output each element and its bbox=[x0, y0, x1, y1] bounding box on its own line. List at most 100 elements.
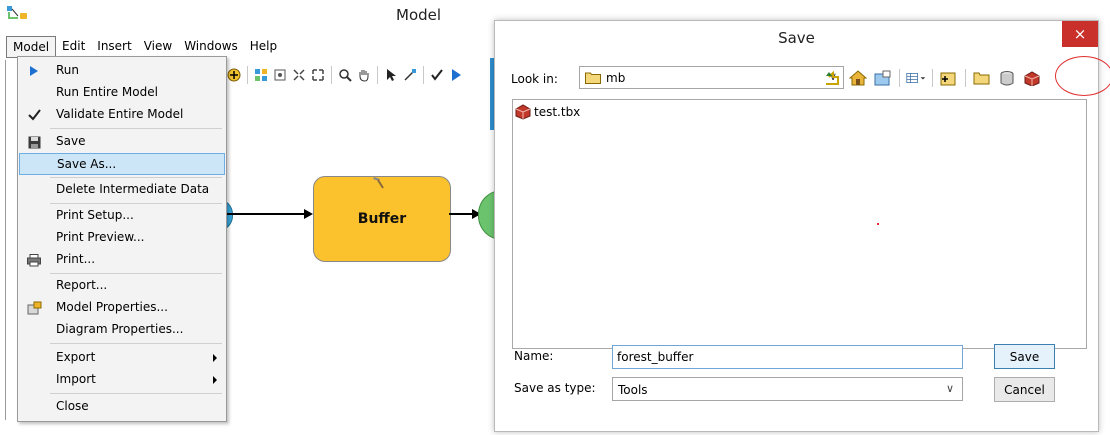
buffer-tool-label: Buffer bbox=[357, 211, 407, 227]
pan-hand-icon[interactable] bbox=[356, 67, 372, 83]
view-options-icon[interactable] bbox=[906, 68, 926, 88]
menu-view[interactable]: View bbox=[138, 36, 178, 58]
toolbar-separator bbox=[932, 69, 933, 87]
add-folder-connection-icon[interactable] bbox=[939, 68, 959, 88]
menu-item-label: Save bbox=[56, 134, 86, 148]
menu-item-save-as[interactable]: Save As... bbox=[19, 153, 225, 175]
add-data-icon[interactable] bbox=[226, 67, 242, 83]
model-window-title: Model bbox=[396, 6, 442, 24]
new-toolbox-icon[interactable] bbox=[1022, 68, 1042, 88]
toolbar-separator bbox=[423, 66, 424, 84]
menu-item-label: Run Entire Model bbox=[56, 85, 158, 99]
save-as-type-label: Save as type: bbox=[514, 381, 596, 395]
menu-item-label: Run bbox=[56, 63, 80, 77]
menu-separator bbox=[50, 273, 222, 274]
menu-item-print[interactable]: Print... bbox=[19, 249, 225, 271]
menu-item-label: Delete Intermediate Data bbox=[56, 182, 210, 196]
menu-item-run[interactable]: Run bbox=[19, 60, 225, 82]
name-field[interactable] bbox=[612, 345, 963, 369]
menu-item-close[interactable]: Close bbox=[19, 396, 225, 418]
dialog-toolbar bbox=[823, 66, 1042, 90]
menu-item-save[interactable]: Save bbox=[19, 131, 225, 153]
highlight-annotation-circle bbox=[1055, 56, 1110, 96]
menu-item-print-setup[interactable]: Print Setup... bbox=[19, 205, 225, 227]
menu-item-diagram-properties[interactable]: Diagram Properties... bbox=[19, 319, 225, 341]
cancel-button[interactable]: Cancel bbox=[994, 377, 1055, 402]
connect-folder-icon[interactable] bbox=[873, 68, 893, 88]
menu-item-label: Print Preview... bbox=[56, 230, 145, 244]
menu-item-import[interactable]: Import bbox=[19, 369, 225, 391]
save-button[interactable]: Save bbox=[994, 344, 1055, 369]
menu-separator bbox=[50, 177, 222, 178]
validate-checkmark-icon[interactable] bbox=[429, 67, 445, 83]
menu-item-label: Export bbox=[56, 350, 96, 364]
printer-icon bbox=[26, 252, 42, 268]
toolbar-separator bbox=[377, 66, 378, 84]
chevron-down-icon[interactable]: ∨ bbox=[946, 382, 954, 395]
menu-windows[interactable]: Windows bbox=[178, 36, 244, 58]
model-window: Model Model Edit Insert View Windows Hel… bbox=[0, 0, 509, 435]
menu-separator bbox=[50, 128, 222, 129]
look-in-value: mb bbox=[606, 71, 626, 85]
select-pointer-icon[interactable] bbox=[383, 67, 399, 83]
look-in-label: Look in: bbox=[511, 72, 558, 86]
menu-item-label: Validate Entire Model bbox=[56, 107, 184, 121]
floppy-disk-icon bbox=[26, 134, 42, 150]
run-arrow-icon bbox=[26, 63, 42, 79]
menu-item-validate-entire-model[interactable]: Validate Entire Model bbox=[19, 104, 225, 126]
submenu-arrow-icon bbox=[213, 354, 217, 362]
zoom-out-fixed-icon[interactable] bbox=[310, 67, 326, 83]
menu-item-report[interactable]: Report... bbox=[19, 275, 225, 297]
close-icon: × bbox=[1073, 25, 1087, 43]
hammer-icon bbox=[373, 177, 384, 189]
menu-item-label: Save As... bbox=[57, 157, 117, 171]
up-one-level-icon[interactable] bbox=[823, 68, 843, 88]
connect-icon[interactable] bbox=[402, 67, 418, 83]
file-list[interactable]: test.tbx bbox=[512, 99, 1087, 349]
menu-item-delete-intermediate-data[interactable]: Delete Intermediate Data bbox=[19, 179, 225, 201]
model-menu-dropdown: Run Run Entire Model Validate Entire Mod… bbox=[17, 56, 227, 422]
menu-item-run-entire-model[interactable]: Run Entire Model bbox=[19, 82, 225, 104]
full-extent-icon[interactable] bbox=[272, 67, 288, 83]
menu-insert[interactable]: Insert bbox=[91, 36, 137, 58]
look-in-dropdown[interactable]: mb ∨ bbox=[579, 66, 844, 89]
model-properties-icon bbox=[26, 300, 42, 316]
save-as-type-dropdown[interactable]: Tools ∨ bbox=[612, 377, 963, 401]
model-titlebar: Model bbox=[0, 0, 505, 34]
name-label: Name: bbox=[514, 349, 554, 363]
submenu-arrow-icon bbox=[213, 376, 217, 384]
menu-item-model-properties[interactable]: Model Properties... bbox=[19, 297, 225, 319]
menu-item-label: Model Properties... bbox=[56, 300, 168, 314]
menu-separator bbox=[50, 203, 222, 204]
toolbox-icon bbox=[515, 104, 531, 120]
menu-item-label: Diagram Properties... bbox=[56, 322, 184, 336]
modelbuilder-app-icon bbox=[7, 6, 27, 19]
window-border bbox=[5, 60, 6, 420]
menu-item-print-preview[interactable]: Print Preview... bbox=[19, 227, 225, 249]
connector-arrowhead bbox=[304, 209, 313, 219]
menu-separator bbox=[50, 343, 222, 344]
checkmark-icon bbox=[26, 107, 42, 123]
save-as-type-value: Tools bbox=[618, 383, 648, 397]
menu-help[interactable]: Help bbox=[244, 36, 283, 58]
menu-item-label: Print... bbox=[56, 252, 96, 266]
close-button[interactable]: × bbox=[1062, 21, 1098, 47]
toolbar-separator bbox=[899, 69, 900, 87]
menu-separator bbox=[50, 393, 222, 394]
folder-icon bbox=[585, 72, 601, 84]
zoom-icon[interactable] bbox=[337, 67, 353, 83]
save-dialog: Save × Look in: mb ∨ test.tbx Name: Save… bbox=[494, 20, 1110, 432]
zoom-in-fixed-icon[interactable] bbox=[291, 67, 307, 83]
new-database-icon[interactable] bbox=[997, 68, 1017, 88]
menu-edit[interactable]: Edit bbox=[56, 36, 91, 58]
run-play-icon[interactable] bbox=[448, 67, 464, 83]
menu-item-export[interactable]: Export bbox=[19, 347, 225, 369]
auto-layout-icon[interactable] bbox=[253, 67, 269, 83]
new-folder-icon[interactable] bbox=[972, 68, 992, 88]
list-item[interactable]: test.tbx bbox=[515, 103, 580, 121]
menu-item-label: Import bbox=[56, 372, 96, 386]
menu-item-label: Close bbox=[56, 399, 89, 413]
home-icon[interactable] bbox=[848, 68, 868, 88]
toolbar-separator bbox=[247, 66, 248, 84]
menu-model[interactable]: Model bbox=[6, 36, 57, 58]
